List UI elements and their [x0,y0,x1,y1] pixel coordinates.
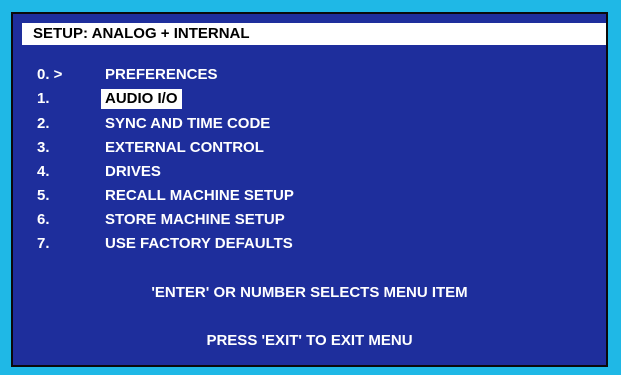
menu-item-label-selected: AUDIO I/O [101,89,182,109]
menu-item-label: RECALL MACHINE SETUP [105,187,294,204]
menu-item-number: 5. [37,187,50,204]
menu-item-label: STORE MACHINE SETUP [105,211,285,228]
menu-item-sync-and-time-code[interactable]: 2. SYNC AND TIME CODE [13,114,573,134]
menu-title: SETUP: ANALOG + INTERNAL [33,25,250,42]
menu-item-drives[interactable]: 4. DRIVES [13,162,573,182]
menu-item-use-factory-defaults[interactable]: 7. USE FACTORY DEFAULTS [13,234,573,254]
menu-item-preferences[interactable]: 0. > PREFERENCES [13,65,573,85]
menu-item-number: 3. [37,139,50,156]
menu-item-audio-io[interactable]: 1. AUDIO I/O [13,89,573,109]
menu-item-number: 1. [37,90,50,107]
menu-item-recall-machine-setup[interactable]: 5. RECALL MACHINE SETUP [13,186,573,206]
menu-item-label: USE FACTORY DEFAULTS [105,235,293,252]
menu-item-label: SYNC AND TIME CODE [105,115,271,132]
menu-item-number: 6. [37,211,50,228]
menu-item-number: 4. [37,163,50,180]
menu-item-label: PREFERENCES [105,66,218,83]
menu-item-label: EXTERNAL CONTROL [105,139,264,156]
setup-menu-screen: 0. > PREFERENCES 1. AUDIO I/O 2. SYNC AN… [11,12,608,367]
menu-item-number: 2. [37,115,50,132]
menu-title-bar: SETUP: ANALOG + INTERNAL [22,23,606,45]
select-hint-text: 'ENTER' OR NUMBER SELECTS MENU ITEM [151,284,468,301]
menu-item-number: 0. > [37,66,63,83]
menu-item-external-control[interactable]: 3. EXTERNAL CONTROL [13,138,573,158]
menu-item-store-machine-setup[interactable]: 6. STORE MACHINE SETUP [13,210,573,230]
exit-hint-text: PRESS 'EXIT' TO EXIT MENU [206,332,413,349]
menu-item-number: 7. [37,235,50,252]
menu-item-label: DRIVES [105,163,161,180]
